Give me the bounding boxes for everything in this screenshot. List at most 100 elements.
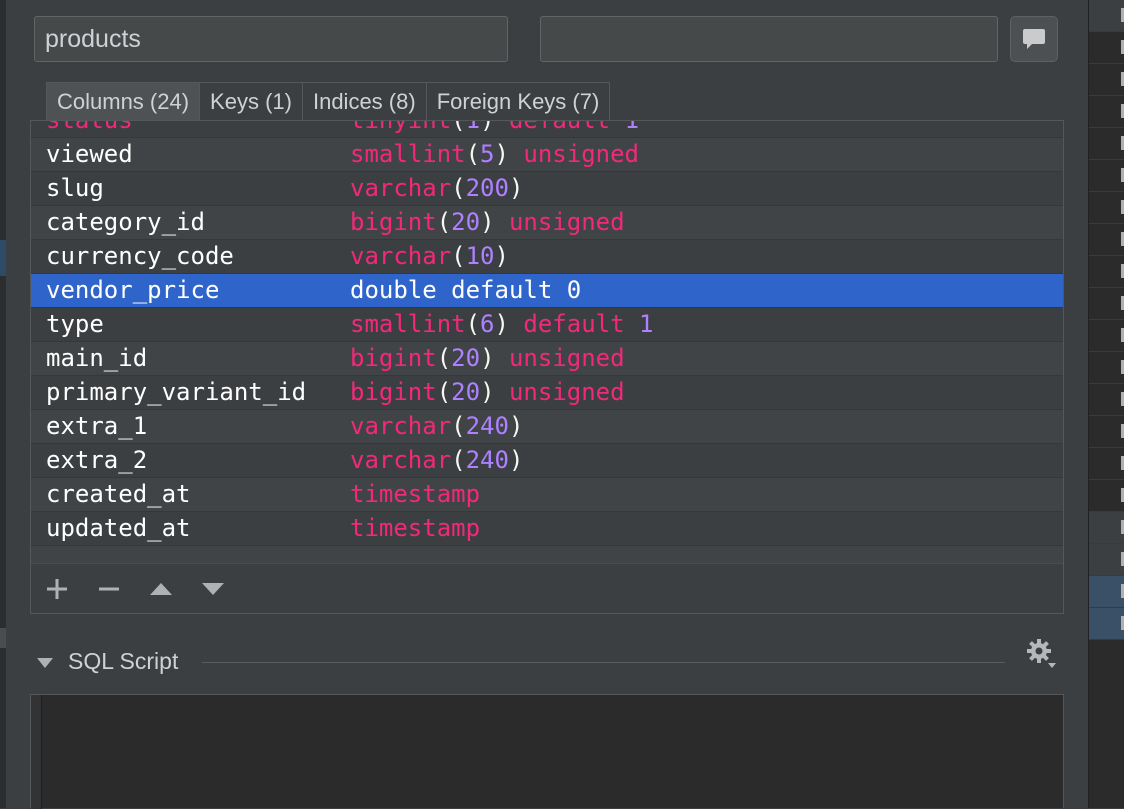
tab-columns[interactable]: Columns (24) [46,82,201,120]
column-row[interactable]: updated_at timestamp [31,512,1063,546]
column-row[interactable]: primary_variant_id bigint(20) unsigned [31,376,1063,410]
background-left-strip [0,0,6,808]
column-type: tinyint(1) default 1 [350,121,639,136]
type-token: ) [494,310,524,338]
column-type: varchar(10) [350,240,509,272]
type-token: 1 [466,121,480,134]
type-token: 1 [639,310,654,338]
type-token: ( [451,121,465,134]
column-name: type [46,310,104,338]
column-name: updated_at [46,514,191,542]
column-type: double default 0 [350,274,581,306]
column-type: smallint(6) default 1 [350,308,653,340]
type-token: unsigned [508,378,625,406]
column-name: status [46,121,133,136]
type-token: timestamp [350,514,481,542]
background-left-highlight-2 [0,628,6,648]
type-token: 6 [480,310,495,338]
type-token: bigint [350,378,437,406]
type-token: 240 [465,446,509,474]
tab-keys[interactable]: Keys (1) [199,82,303,120]
move-up-icon [150,583,172,595]
speech-bubble-icon [1023,29,1045,49]
column-row[interactable]: extra_1 varchar(240) [31,410,1063,444]
table-tabs: Columns (24) Keys (1) Indices (8) Foreig… [46,82,611,120]
column-name: vendor_price [46,276,220,304]
sql-script-header[interactable]: SQL Script [30,639,1060,682]
type-token: ) [480,344,509,372]
type-token: ( [465,140,481,168]
type-token: 0 [566,276,582,304]
type-token: ( [436,344,452,372]
type-token: 1 [625,121,639,134]
columns-list[interactable]: statustinyint(1) default 1viewedsmallint… [31,121,1063,563]
comment-input[interactable] [540,16,998,62]
type-token: ) [494,242,509,270]
remove-column-button[interactable] [91,564,127,613]
add-icon [47,579,67,599]
type-token: default [509,121,625,134]
type-token: bigint [350,208,437,236]
column-type: timestamp [350,478,480,510]
add-column-button[interactable] [39,564,75,613]
background-left-highlight [0,240,6,276]
type-token: smallint [350,140,466,168]
column-row[interactable]: status tinyint(1) default 1 [31,121,1063,138]
column-type: timestamp [350,512,480,544]
columns-toolbar [31,563,1063,613]
type-token: ( [451,174,466,202]
column-row[interactable]: category_id bigint(20) unsigned [31,206,1063,240]
column-row[interactable]: created_at timestamp [31,478,1063,512]
type-token: tinyint [350,121,451,134]
type-token: ( [465,310,481,338]
gear-icon[interactable] [1024,636,1060,672]
column-name: category_id [46,208,205,236]
type-token: default [523,310,639,338]
sql-divider [202,662,1005,663]
column-row[interactable]: viewed smallint(5) unsigned [31,138,1063,172]
type-token: ( [451,412,466,440]
table-name-input[interactable] [34,16,508,62]
column-name: currency_code [46,242,234,270]
column-name: extra_2 [46,446,148,474]
comment-button[interactable] [1010,16,1058,62]
sql-editor-gutter [31,695,42,809]
column-type: bigint(20) unsigned [350,342,625,374]
type-token: ) [480,378,509,406]
collapse-triangle-icon[interactable] [36,657,54,669]
type-token: ) [480,121,509,134]
column-row[interactable]: slug varchar(200) [31,172,1063,206]
type-token: unsigned [523,140,639,168]
background-right-grid [1088,0,1124,808]
move-down-icon [202,583,224,595]
column-type: varchar(200) [350,172,523,204]
column-type: varchar(240) [350,444,523,476]
sql-script-editor[interactable] [30,694,1064,809]
column-row[interactable]: vendor_price double default 0 [31,274,1063,308]
type-token: ) [508,446,524,474]
columns-table: statustinyint(1) default 1viewedsmallint… [30,120,1064,614]
column-row[interactable]: type smallint(6) default 1 [31,308,1063,342]
tab-indices[interactable]: Indices (8) [301,82,427,120]
type-token: 20 [451,208,481,236]
column-row-partial[interactable] [31,546,1063,563]
column-name: extra_1 [46,412,148,440]
column-row[interactable]: currency_code varchar(10) [31,240,1063,274]
type-token: double default [350,276,567,304]
column-name: created_at [46,480,191,508]
move-column-down-button[interactable] [195,564,231,613]
type-token: varchar [350,446,452,474]
type-token: smallint [350,310,466,338]
type-token: 20 [451,378,481,406]
column-row[interactable]: extra_2 varchar(240) [31,444,1063,478]
column-type: smallint(5) unsigned [350,138,639,170]
column-row[interactable]: main_id bigint(20) unsigned [31,342,1063,376]
type-token: bigint [350,344,437,372]
type-token: timestamp [350,480,481,508]
move-column-up-button[interactable] [143,564,179,613]
column-type: bigint(20) unsigned [350,206,625,238]
sql-script-label: SQL Script [68,648,179,674]
tab-foreign-keys[interactable]: Foreign Keys (7) [425,82,611,120]
type-token: unsigned [508,208,625,236]
type-token: ( [436,378,452,406]
